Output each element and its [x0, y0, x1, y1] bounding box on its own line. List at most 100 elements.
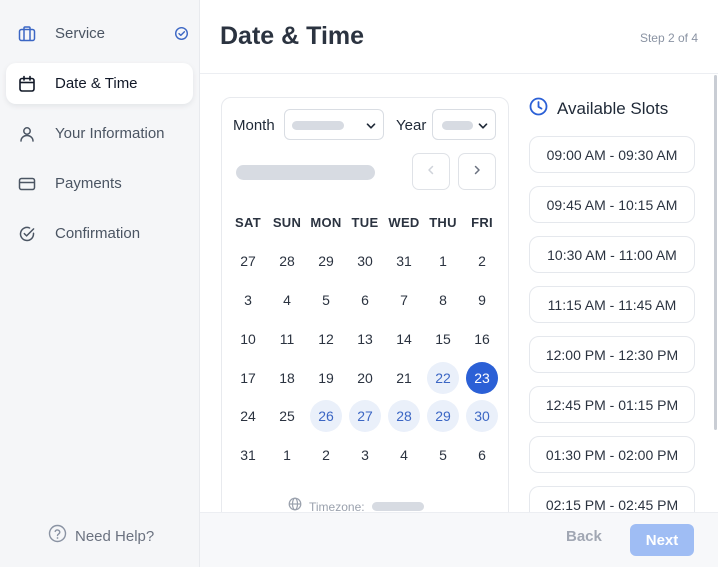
calendar-day[interactable]: 27 [349, 400, 381, 432]
calendar-day[interactable]: 6 [466, 439, 498, 471]
chevron-left-icon [425, 163, 437, 181]
chevron-down-icon [477, 119, 489, 131]
next-month-button[interactable] [458, 153, 496, 190]
back-button[interactable]: Back [566, 528, 602, 545]
calendar-day[interactable]: 31 [388, 245, 420, 277]
sidebar-item-label: Service [55, 25, 106, 42]
credit-card-icon [18, 175, 36, 193]
calendar-day[interactable]: 22 [427, 362, 459, 394]
calendar-day[interactable]: 12 [310, 323, 342, 355]
sidebar-item-your-information[interactable]: Your Information [6, 113, 193, 154]
calendar-day[interactable]: 29 [427, 400, 459, 432]
calendar-day[interactable]: 17 [232, 362, 264, 394]
sidebar-item-label: Your Information [55, 125, 165, 142]
sidebar-item-date-time[interactable]: Date & Time [6, 63, 193, 104]
time-slot[interactable]: 01:30 PM - 02:00 PM [529, 436, 695, 473]
time-slot[interactable]: 02:15 PM - 02:45 PM [529, 486, 695, 512]
month-label: Month [233, 117, 275, 134]
calendar-day[interactable]: 31 [232, 439, 264, 471]
weekday-label: TUE [351, 215, 379, 230]
year-select[interactable] [432, 109, 496, 140]
calendar-day[interactable]: 24 [232, 400, 264, 432]
calendar-day[interactable]: 10 [232, 323, 264, 355]
calendar-day[interactable]: 30 [466, 400, 498, 432]
footer: Back Next [200, 512, 718, 567]
available-slots-header: Available Slots [529, 97, 668, 121]
weekday-label: FRI [471, 215, 493, 230]
briefcase-icon [18, 25, 36, 43]
month-select[interactable] [284, 109, 384, 140]
calendar-day[interactable]: 29 [310, 245, 342, 277]
next-button[interactable]: Next [630, 524, 694, 556]
help-circle-icon [48, 524, 67, 548]
current-month-placeholder [236, 165, 375, 180]
calendar-day[interactable]: 4 [271, 284, 303, 316]
month-select-placeholder [292, 121, 344, 130]
calendar-day[interactable]: 3 [349, 439, 381, 471]
sidebar-item-label: Date & Time [55, 75, 138, 92]
sidebar: Service Date & Time Your Information Pay… [0, 0, 200, 567]
available-slots-title: Available Slots [557, 99, 669, 118]
weekday-label: SAT [235, 215, 261, 230]
calendar-day[interactable]: 5 [427, 439, 459, 471]
sidebar-item-service[interactable]: Service [6, 13, 193, 54]
calendar-day[interactable]: 16 [466, 323, 498, 355]
header: Date & Time Step 2 of 4 [200, 0, 718, 74]
calendar-day[interactable]: 21 [388, 362, 420, 394]
calendar-day[interactable]: 19 [310, 362, 342, 394]
calendar-day[interactable]: 27 [232, 245, 264, 277]
time-slot[interactable]: 12:45 PM - 01:15 PM [529, 386, 695, 423]
time-slot[interactable]: 10:30 AM - 11:00 AM [529, 236, 695, 273]
check-circle-icon [18, 225, 36, 243]
calendar-card: Month Year SAT SUN MON TUE WED THU FRI 27 28 29 3… [221, 97, 509, 537]
sidebar-item-confirmation[interactable]: Confirmation [6, 213, 193, 254]
need-help-label: Need Help? [75, 527, 155, 545]
calendar-day[interactable]: 15 [427, 323, 459, 355]
calendar-day[interactable]: 6 [349, 284, 381, 316]
calendar-day[interactable]: 28 [388, 400, 420, 432]
year-label: Year [396, 117, 427, 134]
calendar-day[interactable]: 30 [349, 245, 381, 277]
calendar-day[interactable]: 28 [271, 245, 303, 277]
calendar-day[interactable]: 3 [232, 284, 264, 316]
calendar-icon [18, 75, 36, 93]
time-slot[interactable]: 09:00 AM - 09:30 AM [529, 136, 695, 173]
calendar-day-selected[interactable]: 23 [466, 362, 498, 394]
scrollbar[interactable] [714, 75, 717, 430]
time-slot[interactable]: 09:45 AM - 10:15 AM [529, 186, 695, 223]
weekday-label: MON [310, 215, 342, 230]
calendar-day[interactable]: 14 [388, 323, 420, 355]
calendar-day[interactable]: 5 [310, 284, 342, 316]
need-help-link[interactable]: Need Help? [48, 524, 154, 548]
calendar-day[interactable]: 25 [271, 400, 303, 432]
step-indicator: Step 2 of 4 [639, 31, 698, 45]
calendar-day[interactable]: 9 [466, 284, 498, 316]
calendar-day[interactable]: 1 [427, 245, 459, 277]
user-icon [18, 125, 36, 143]
sidebar-item-label: Confirmation [55, 225, 141, 242]
calendar-day[interactable]: 26 [310, 400, 342, 432]
calendar-day[interactable]: 1 [271, 439, 303, 471]
calendar-day[interactable]: 18 [271, 362, 303, 394]
calendar-day[interactable]: 2 [310, 439, 342, 471]
prev-month-button[interactable] [412, 153, 450, 190]
weekday-label: SUN [272, 215, 302, 230]
calendar-day[interactable]: 20 [349, 362, 381, 394]
calendar-day[interactable]: 8 [427, 284, 459, 316]
calendar-day[interactable]: 2 [466, 245, 498, 277]
calendar-day[interactable]: 13 [349, 323, 381, 355]
year-select-placeholder [442, 121, 473, 130]
chevron-down-icon [365, 119, 377, 131]
clock-icon [529, 97, 548, 121]
calendar-day[interactable]: 11 [271, 323, 303, 355]
sidebar-item-label: Payments [55, 175, 122, 192]
chevron-right-icon [471, 163, 483, 181]
sidebar-item-payments[interactable]: Payments [6, 163, 193, 204]
calendar-day[interactable]: 7 [388, 284, 420, 316]
timezone-value-placeholder [371, 502, 424, 511]
check-circle-icon [174, 26, 189, 41]
time-slot[interactable]: 11:15 AM - 11:45 AM [529, 286, 695, 323]
time-slot[interactable]: 12:00 PM - 12:30 PM [529, 336, 695, 373]
page-title: Date & Time [220, 22, 365, 50]
calendar-day[interactable]: 4 [388, 439, 420, 471]
